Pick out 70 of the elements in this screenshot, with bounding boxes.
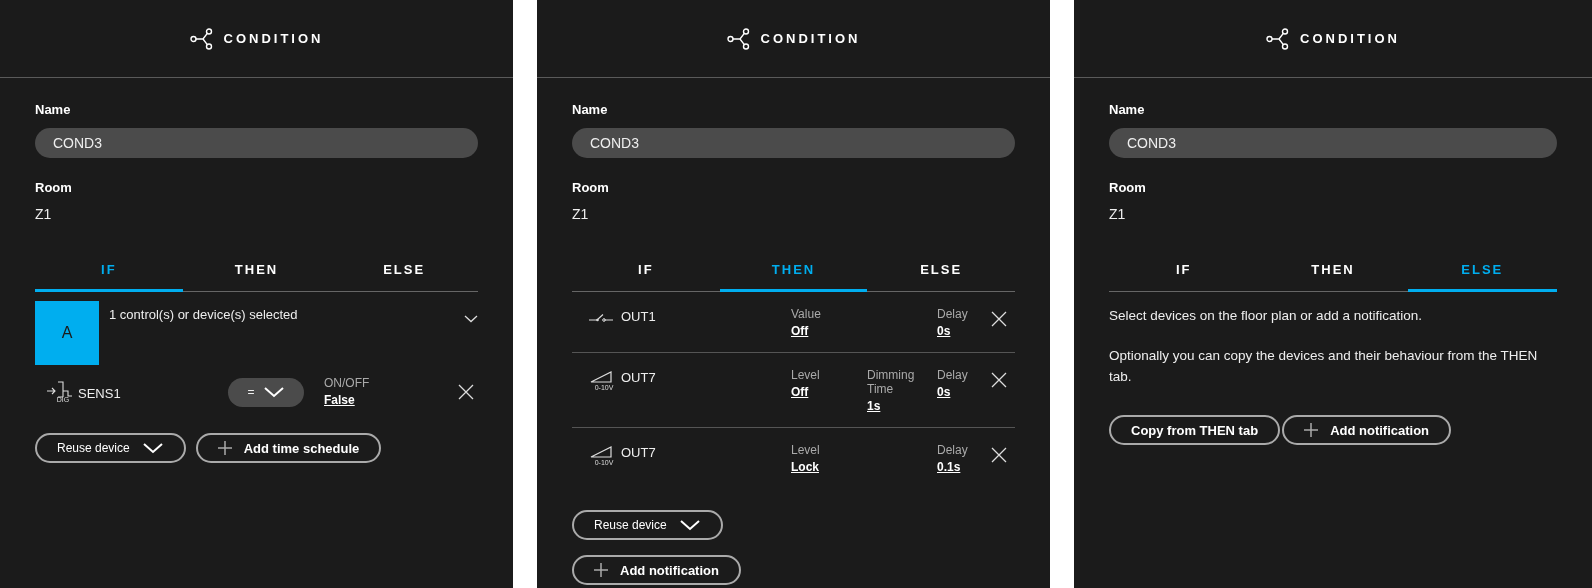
add-button[interactable]: Add time schedule	[195, 433, 382, 463]
field-label: Room	[572, 180, 610, 195]
plus-icon	[594, 563, 608, 577]
branch-icon	[726, 27, 751, 50]
close-icon[interactable]	[991, 447, 1007, 463]
device-name: OUT7	[621, 369, 657, 385]
setting-label: Delay	[937, 443, 969, 457]
name-field[interactable]: COND3	[572, 128, 1015, 158]
room-value: Z1	[572, 206, 590, 222]
setting-label: Dimming Time	[867, 368, 916, 396]
info-text: Select devices on the floor plan or add a notification.	[1109, 307, 1423, 325]
tab[interactable]: THEN	[1258, 252, 1408, 292]
panel-title: CONDITION	[760, 31, 861, 46]
close-icon[interactable]	[458, 384, 474, 400]
switch-icon	[589, 313, 613, 322]
setting-value-link[interactable]: 0s	[937, 323, 991, 339]
tab[interactable]: IF	[572, 252, 720, 292]
setting-value-link[interactable]: Lock	[791, 459, 867, 475]
reuse-dropdown-button[interactable]: Reuse device	[572, 510, 723, 540]
branch-icon	[1266, 27, 1290, 50]
setting-label: Value	[791, 307, 822, 321]
tab[interactable]: THEN	[182, 252, 331, 292]
caret-icon	[141, 442, 164, 454]
setting-value-link[interactable]: 0.1s	[937, 459, 991, 475]
setting-value-link[interactable]: Off	[791, 323, 867, 339]
branch-icon	[189, 27, 214, 50]
tab[interactable]: IF	[35, 252, 183, 292]
property-value-link[interactable]: False	[324, 392, 404, 408]
tab[interactable]: ELSE	[867, 252, 1015, 292]
caret-icon	[262, 386, 285, 398]
panel-title: CONDITION	[223, 31, 324, 46]
setting-label: Level	[791, 368, 821, 382]
field-label: Name	[35, 102, 72, 117]
caret-icon	[678, 519, 701, 531]
close-icon[interactable]	[991, 372, 1007, 388]
setting-label: Delay	[937, 368, 969, 382]
device-name: OUT7	[621, 444, 657, 460]
reuse-dropdown-button[interactable]: Reuse device	[35, 433, 186, 463]
group-summary: 1 control(s) or device(s) selected	[109, 307, 299, 322]
setting-value-link[interactable]: 1s	[867, 398, 937, 414]
setting-value-link[interactable]: 0s	[937, 384, 991, 400]
name-field[interactable]: COND3	[1109, 128, 1557, 158]
device-name: OUT1	[621, 308, 657, 324]
tab[interactable]: ELSE	[330, 252, 478, 292]
operator-dropdown[interactable]: =	[228, 377, 304, 407]
add-button[interactable]: Add notification	[572, 555, 741, 585]
panel-title: CONDITION	[1300, 31, 1400, 46]
field-label: Room	[1109, 180, 1147, 195]
setting-label: Delay	[937, 307, 969, 321]
setting-label: Level	[791, 443, 821, 457]
device-name: SENS1	[78, 384, 122, 401]
field-label: Name	[572, 102, 609, 117]
room-value: Z1	[1109, 206, 1127, 222]
chevron-icon[interactable]	[464, 315, 478, 323]
property-label: ON/OFF	[324, 376, 371, 390]
group-badge: A	[35, 301, 99, 365]
setting-value-link[interactable]: Off	[791, 384, 867, 400]
tab[interactable]: THEN	[719, 252, 868, 292]
info-text: Optionally you can copy the devices and their behaviour from the THEN tab.	[1109, 347, 1539, 386]
plus-icon	[217, 441, 232, 455]
copy-button[interactable]: Copy from THEN tab	[1109, 415, 1281, 445]
tab[interactable]: IF	[1109, 252, 1259, 292]
plus-icon	[1304, 423, 1319, 437]
field-label: Room	[35, 180, 73, 195]
room-value: Z1	[35, 206, 53, 222]
field-label: Name	[1109, 102, 1146, 117]
tab[interactable]: ELSE	[1407, 252, 1557, 292]
add-button[interactable]: Add notification	[1282, 415, 1452, 445]
close-icon[interactable]	[991, 311, 1007, 327]
name-field[interactable]: COND3	[35, 128, 478, 158]
